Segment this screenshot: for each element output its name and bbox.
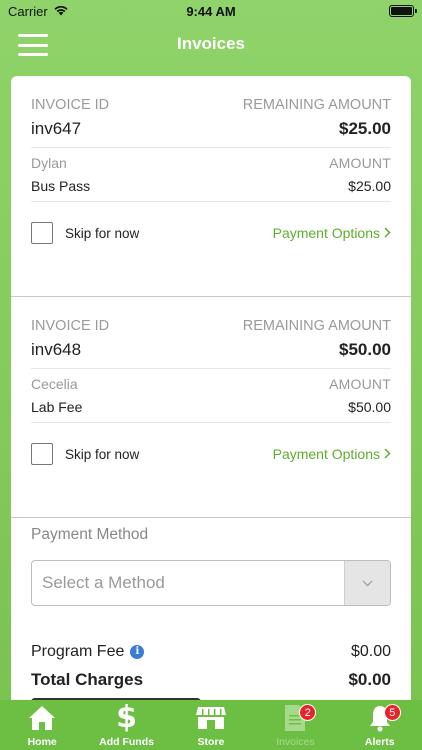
total-charges-label: Total Charges xyxy=(31,670,144,689)
remaining-amount-label: REMAINING AMOUNT xyxy=(242,97,391,113)
chevron-right-icon xyxy=(384,446,391,462)
skip-checkbox[interactable] xyxy=(31,222,53,244)
invoice-amount: $50.00 xyxy=(348,399,391,415)
amount-label: AMOUNT xyxy=(329,155,391,171)
tab-invoices[interactable]: 2 Invoices xyxy=(253,702,337,748)
payment-options-link[interactable]: Payment Options xyxy=(273,225,391,241)
person-name: Cecelia xyxy=(31,376,78,392)
store-icon xyxy=(195,702,227,734)
info-icon[interactable]: i xyxy=(130,644,145,659)
tab-label: Add Funds xyxy=(99,736,154,748)
tab-label: Home xyxy=(27,736,57,748)
invoice-item: INVOICE ID REMAINING AMOUNT inv648 $50.0… xyxy=(11,297,411,517)
status-bar: Carrier 9:44 AM xyxy=(0,0,422,22)
remaining-amount: $25.00 xyxy=(339,119,391,138)
skip-label: Skip for now xyxy=(65,446,140,462)
tab-bar: Home $ Add Funds Store 2 Invoices 5 Aler… xyxy=(0,700,422,750)
chevron-down-icon xyxy=(344,561,390,605)
chevron-right-icon xyxy=(384,225,391,241)
program-fee-label: Program Fee xyxy=(31,643,125,660)
hamburger-menu-icon[interactable] xyxy=(18,34,48,56)
total-charges-value: $0.00 xyxy=(348,670,391,689)
divider xyxy=(11,517,411,518)
payment-method-title: Payment Method xyxy=(31,526,149,543)
payment-section: Payment Method Select a Method Program F… xyxy=(11,526,411,690)
invoice-id: inv648 xyxy=(31,340,82,359)
payment-options-label: Payment Options xyxy=(272,225,380,241)
tab-store[interactable]: Store xyxy=(169,702,253,748)
invoice-item-name: Bus Pass xyxy=(31,178,91,194)
invoice-item-name: Lab Fee xyxy=(31,399,83,415)
tab-add-funds[interactable]: $ Add Funds xyxy=(85,700,169,749)
battery-icon xyxy=(389,5,417,17)
invoices-badge: 2 xyxy=(299,704,317,721)
invoices-card: INVOICE ID REMAINING AMOUNT inv647 $25.0… xyxy=(11,76,411,700)
program-fee-row: Program Fee i xyxy=(31,643,145,661)
skip-label: Skip for now xyxy=(65,225,140,241)
wifi-icon xyxy=(53,4,69,19)
status-time: 9:44 AM xyxy=(186,3,236,19)
invoice-amount: $25.00 xyxy=(348,178,391,194)
person-name: Dylan xyxy=(31,155,67,171)
program-fee-value: $0.00 xyxy=(350,643,391,660)
carrier-label: Carrier xyxy=(8,3,48,19)
tab-alerts[interactable]: 5 Alerts xyxy=(338,702,422,748)
invoice-id-label: INVOICE ID xyxy=(31,97,110,113)
alerts-badge: 5 xyxy=(383,704,401,721)
dollar-icon: $ xyxy=(116,700,138,735)
skip-checkbox[interactable] xyxy=(31,443,53,465)
select-placeholder: Select a Method xyxy=(42,573,165,592)
tab-label: Invoices xyxy=(276,736,315,748)
remaining-amount-label: REMAINING AMOUNT xyxy=(242,318,391,334)
invoice-item: INVOICE ID REMAINING AMOUNT inv647 $25.0… xyxy=(11,76,411,296)
nav-bar: Invoices xyxy=(0,22,422,66)
payment-options-label: Payment Options xyxy=(272,446,380,462)
remaining-amount: $50.00 xyxy=(339,340,391,359)
invoice-id-label: INVOICE ID xyxy=(31,318,110,334)
home-icon xyxy=(27,702,57,734)
invoice-id: inv647 xyxy=(31,119,82,138)
page-title: Invoices xyxy=(176,34,246,53)
tab-label: Store xyxy=(197,736,225,748)
tab-home[interactable]: Home xyxy=(0,702,84,748)
amount-label: AMOUNT xyxy=(329,376,391,392)
tab-label: Alerts xyxy=(364,736,395,748)
payment-options-link[interactable]: Payment Options xyxy=(273,446,391,462)
payment-method-select[interactable]: Select a Method xyxy=(31,560,391,606)
